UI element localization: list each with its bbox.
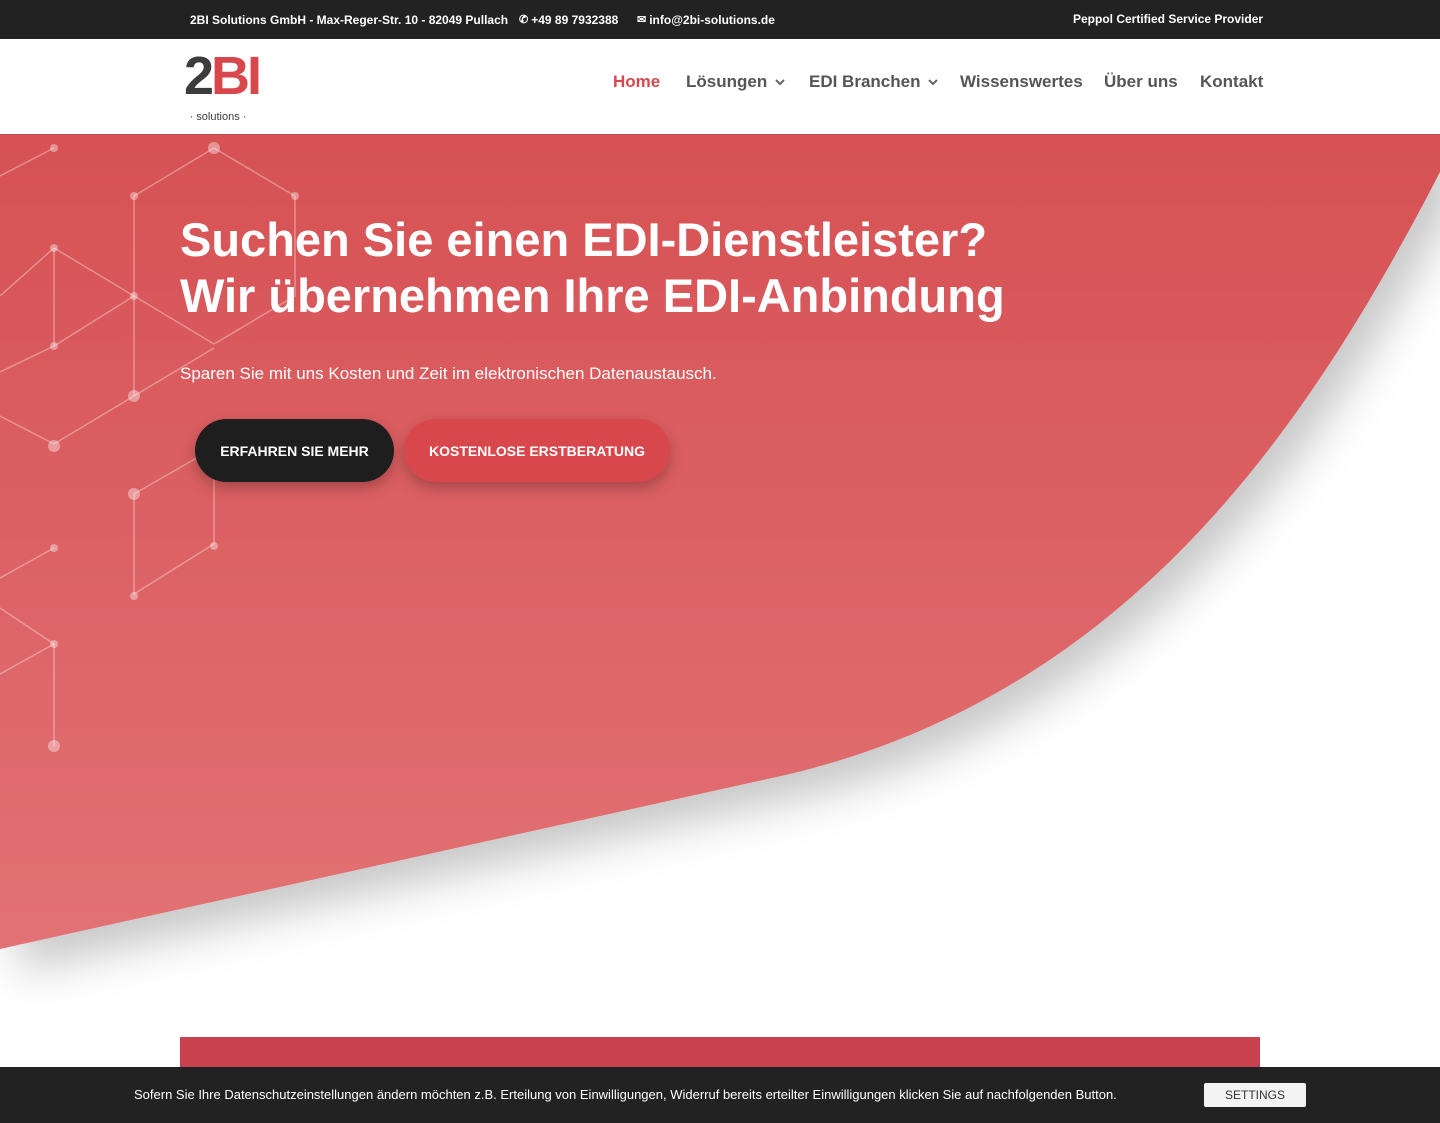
logo-mark-two: 2 [184, 46, 214, 106]
phone-link[interactable]: ✆ +49 89 7932388 [519, 13, 618, 27]
peppol-link[interactable]: Peppol Certified Service Provider [1073, 12, 1263, 26]
top-bar: 2BI Solutions GmbH - Max-Reger-Str. 10 -… [0, 0, 1440, 39]
hero-title-line2: Wir übernehmen Ihre EDI-Anbindung [180, 269, 1005, 322]
cookie-bar: Sofern Sie Ihre Datenschutzeinstellungen… [0, 1067, 1440, 1123]
nav-item-wissenswertes[interactable]: Wissenswertes [960, 72, 1083, 92]
cookie-text: Sofern Sie Ihre Datenschutzeinstellungen… [134, 1087, 1117, 1102]
hero-lead: Sparen Sie mit uns Kosten und Zeit im el… [180, 364, 717, 383]
nav-item-label: Über uns [1104, 72, 1178, 91]
hero-title: Suchen Sie einen EDI-Dienstleister? Wir … [180, 212, 1005, 324]
free-consultation-button[interactable]: Kostenlose Erstberatung [404, 419, 670, 482]
nav-item-edi-branchen[interactable]: EDI Branchen [809, 72, 939, 92]
nav-item-label: Wissenswertes [960, 72, 1083, 91]
email-text: info@2bi-solutions.de [649, 13, 775, 27]
logo-mark: 2BI [184, 46, 262, 106]
hero-section: Suchen Sie einen EDI-Dienstleister? Wir … [0, 134, 1440, 1037]
chevron-down-icon [775, 77, 785, 89]
nav-item-label: Home [613, 72, 661, 91]
nav-item-label: Kontakt [1200, 72, 1264, 91]
logo-subtitle: · solutions · [189, 111, 247, 123]
hero-title-line1: Suchen Sie einen EDI-Dienstleister? [180, 213, 988, 266]
nav-item-kontakt[interactable]: Kontakt [1200, 72, 1263, 92]
phone-text: +49 89 7932388 [531, 13, 619, 27]
envelope-icon: ✉ [637, 13, 647, 26]
main-header: 2BI · solutions · Home Lösungen EDI Bran… [0, 39, 1440, 134]
company-address: 2BI Solutions GmbH - Max-Reger-Str. 10 -… [190, 13, 508, 27]
logo[interactable]: 2BI · solutions · [182, 46, 262, 123]
company-address-text: 2BI Solutions GmbH - Max-Reger-Str. 10 -… [190, 13, 509, 27]
nav-item-ueber-uns[interactable]: Über uns [1104, 72, 1178, 92]
cookie-settings-button[interactable]: SETTINGS [1204, 1083, 1306, 1107]
nav-item-loesungen[interactable]: Lösungen [686, 72, 785, 92]
learn-more-button[interactable]: Erfahren Sie mehr [195, 419, 394, 482]
nav-item-label: Lösungen [686, 72, 768, 91]
email-link[interactable]: ✉ info@2bi-solutions.de [637, 13, 775, 27]
logo-mark-bi: BI [211, 46, 262, 106]
peppol-text: Peppol Certified Service Provider [1073, 12, 1264, 26]
nav-item-label: EDI Branchen [809, 72, 921, 91]
nav-item-home[interactable]: Home [613, 72, 660, 92]
phone-icon: ✆ [519, 13, 529, 26]
chevron-down-icon [928, 77, 939, 89]
